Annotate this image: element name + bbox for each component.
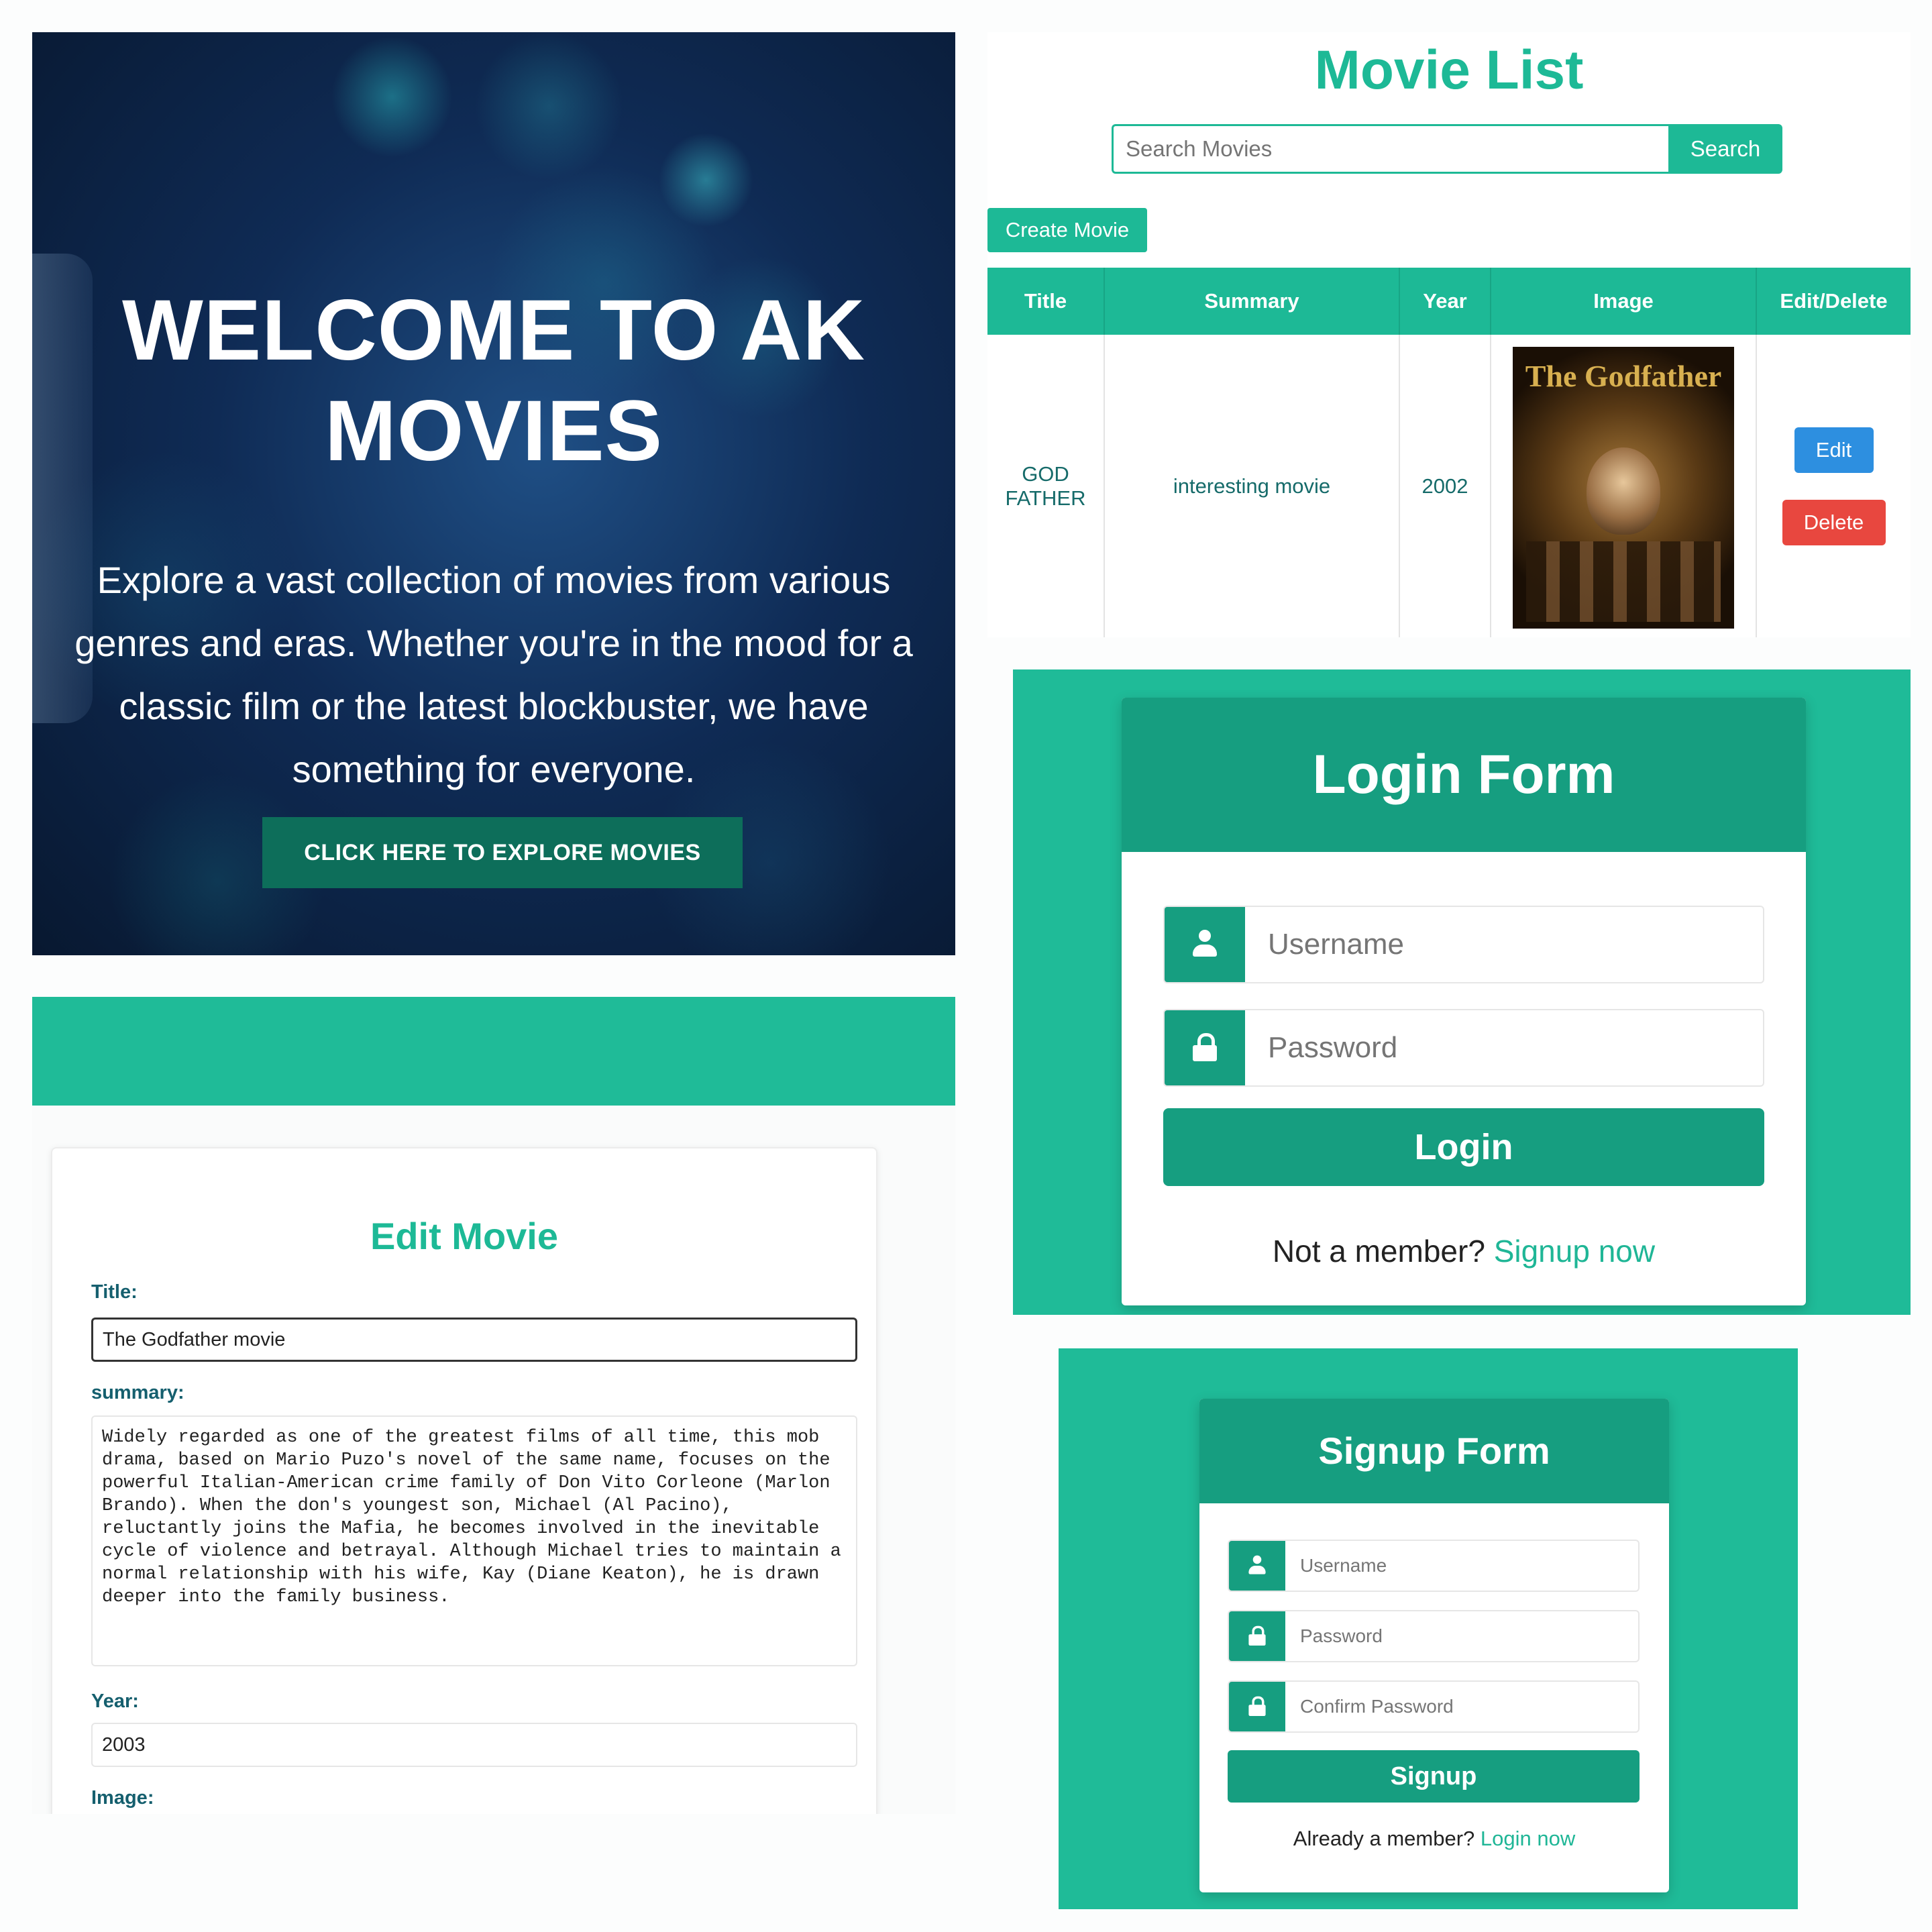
login-title: Login Form: [1122, 698, 1806, 852]
search-button[interactable]: Search: [1668, 124, 1782, 174]
header-bar: [32, 997, 955, 1106]
poster-cast: [1526, 541, 1721, 622]
cell-summary: interesting movie: [1104, 335, 1400, 637]
movie-table: Title Summary Year Image Edit/Delete GOD…: [987, 268, 1911, 637]
edit-movie-panel: Edit Movie Title: summary: Widely regard…: [32, 997, 955, 1814]
lock-icon: [1165, 1010, 1245, 1085]
login-panel: Login Form Login Not a member? Signup no…: [1013, 669, 1911, 1315]
username-input[interactable]: [1245, 907, 1763, 982]
column-header-summary: Summary: [1104, 268, 1400, 335]
search-input[interactable]: [1112, 124, 1668, 174]
table-header-row: Title Summary Year Image Edit/Delete: [987, 268, 1911, 335]
title-label: Title:: [91, 1281, 138, 1303]
table-row: GOD FATHER interesting movie 2002 The Go…: [987, 335, 1911, 637]
movie-list-panel: Movie List Search Create Movie Title Sum…: [987, 32, 1911, 637]
signup-password-input[interactable]: [1285, 1611, 1638, 1661]
movie-title: GOD FATHER: [1005, 462, 1086, 510]
search-bar: Search: [1112, 124, 1782, 174]
password-input[interactable]: [1245, 1010, 1763, 1085]
user-icon: [1165, 907, 1245, 982]
page-title: Movie List: [1314, 40, 1584, 101]
summary-textarea[interactable]: Widely regarded as one of the greatest f…: [91, 1415, 857, 1666]
lock-icon: [1229, 1611, 1285, 1661]
hero-panel: WELCOME TO AK MOVIES Explore a vast coll…: [32, 32, 955, 955]
poster-face: [1587, 447, 1660, 535]
year-input[interactable]: [91, 1723, 857, 1767]
signup-card: Signup Form Signup Already a member? Log…: [1199, 1399, 1669, 1892]
signup-button[interactable]: Signup: [1228, 1750, 1640, 1803]
hero-title: WELCOME TO AK MOVIES: [121, 282, 866, 479]
hero-description: Explore a vast collection of movies from…: [74, 559, 913, 790]
create-movie-button[interactable]: Create Movie: [987, 208, 1147, 252]
login-footer-text: Not a member?: [1272, 1234, 1494, 1269]
signup-panel: Signup Form Signup Already a member? Log…: [1059, 1348, 1798, 1909]
signup-password-field: [1228, 1610, 1640, 1662]
cell-year: 2002: [1399, 335, 1491, 637]
password-field: [1163, 1009, 1764, 1087]
poster-title: The Godfather: [1525, 359, 1722, 393]
edit-button[interactable]: Edit: [1794, 427, 1874, 473]
delete-button[interactable]: Delete: [1782, 500, 1886, 545]
edit-movie-title: Edit Movie: [370, 1215, 559, 1257]
year-label: Year:: [91, 1690, 139, 1712]
title-input[interactable]: [91, 1318, 857, 1362]
signup-username-input[interactable]: [1285, 1541, 1638, 1591]
login-button[interactable]: Login: [1163, 1108, 1764, 1186]
column-header-title: Title: [987, 268, 1105, 335]
signup-title: Signup Form: [1199, 1399, 1669, 1503]
username-field: [1163, 906, 1764, 983]
signup-username-field: [1228, 1540, 1640, 1592]
movie-poster-image: The Godfather: [1513, 347, 1734, 629]
cell-title: GOD FATHER: [987, 335, 1105, 637]
lock-icon: [1229, 1682, 1285, 1731]
cell-image: The Godfather: [1491, 335, 1757, 637]
signup-footer-text: Already a member?: [1293, 1827, 1481, 1850]
column-header-year: Year: [1399, 268, 1491, 335]
summary-label: summary:: [91, 1382, 184, 1403]
explore-movies-button[interactable]: CLICK HERE TO EXPLORE MOVIES: [262, 817, 743, 888]
column-header-actions: Edit/Delete: [1756, 268, 1911, 335]
image-label: Image:: [91, 1787, 154, 1809]
user-icon: [1229, 1541, 1285, 1591]
confirm-password-input[interactable]: [1285, 1682, 1638, 1731]
signup-link[interactable]: Signup now: [1494, 1234, 1655, 1269]
column-header-image: Image: [1491, 268, 1757, 335]
login-link[interactable]: Login now: [1481, 1827, 1575, 1850]
cell-actions: Edit Delete: [1756, 335, 1911, 637]
login-footer: Not a member? Signup now: [1122, 1233, 1806, 1269]
signup-footer: Already a member? Login now: [1199, 1827, 1669, 1851]
login-card: Login Form Login Not a member? Signup no…: [1122, 698, 1806, 1305]
confirm-password-field: [1228, 1680, 1640, 1733]
